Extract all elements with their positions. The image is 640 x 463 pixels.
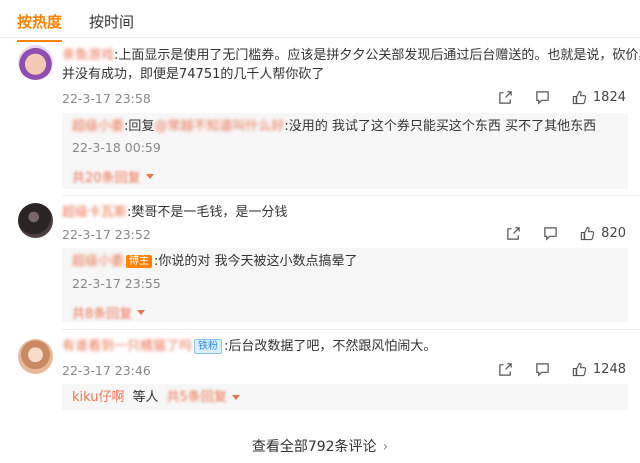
reply-box: 超级小委:回复@常越不知道叫什么好:没用的 我试了这个券只能买这个东西 买不了其… [62, 113, 628, 189]
comment-text: 亲鱼游戏:上面显示是使用了无门槛券。应该是拼夕夕公关部发现后通过后台赠送的。也就… [62, 48, 640, 63]
like-icon [581, 226, 595, 241]
like-count: 820 [601, 226, 626, 241]
like-count: 1824 [592, 90, 626, 105]
reply-text: kiku仔啊 等人 共5条回复 [72, 388, 240, 407]
comment-actions: 1248 [476, 362, 626, 377]
reply-username[interactable]: 超级小委 [72, 119, 124, 134]
share-icon [499, 363, 512, 376]
comment-time: 22-3-17 23:58 [62, 91, 151, 106]
like-count: 1248 [592, 362, 626, 377]
reply-box: kiku仔啊 等人 共5条回复 [62, 384, 628, 410]
like-icon [572, 362, 587, 377]
reply-time: 22-3-17 23:55 [72, 276, 161, 291]
reply-text: 超级小委:回复@常越不知道叫什么好:没用的 我试了这个券只能买这个东西 买不了其… [72, 119, 597, 134]
comment-icon [536, 91, 549, 105]
comment-icon [536, 363, 549, 377]
author-badge: 博主 [126, 255, 153, 268]
comment-username[interactable]: 有谁看到一只橘猫了吗 [62, 339, 192, 354]
reply-text: 超级小委 博主:你说的对 我今天被这小数点搞晕了 [72, 254, 358, 269]
avatar[interactable] [18, 45, 53, 80]
chevron-down-icon [145, 174, 154, 179]
share-button[interactable] [498, 90, 513, 105]
share-icon [507, 227, 520, 240]
comment-time: 22-3-17 23:46 [62, 363, 151, 378]
avatar[interactable] [18, 203, 53, 238]
comment-icon [544, 227, 557, 241]
comment-actions: 1824 [476, 90, 626, 105]
comment-button[interactable] [543, 226, 558, 241]
sort-tabs: 按热度 按时间 [0, 0, 640, 42]
comment-text-line2: 并没有成功，即便是74751的几千人帮你砍了 [62, 67, 325, 82]
chevron-right-icon: › [382, 439, 389, 455]
reply-username[interactable]: kiku仔啊 [72, 388, 125, 407]
chevron-down-icon [231, 395, 240, 400]
fan-badge: 铁粉 [194, 339, 223, 354]
more-replies-link[interactable]: 共8条回复 [72, 303, 146, 322]
share-button[interactable] [498, 362, 513, 377]
share-button[interactable] [506, 226, 521, 241]
chevron-down-icon [137, 310, 146, 315]
reply-mention[interactable]: @常越不知道叫什么好 [154, 119, 284, 134]
like-button[interactable]: 1824 [572, 90, 626, 105]
comment-username[interactable]: 亲鱼游戏 [62, 48, 114, 63]
reply-box: 超级小委 博主:你说的对 我今天被这小数点搞晕了 22-3-17 23:55 共8… [62, 248, 628, 322]
comment-button[interactable] [535, 362, 550, 377]
divider [62, 329, 640, 330]
like-button[interactable]: 1248 [572, 362, 626, 377]
like-icon [572, 90, 587, 105]
more-replies-link[interactable]: 共20条回复 [72, 167, 154, 186]
more-replies-link[interactable]: 共5条回复 [167, 388, 240, 407]
comment-text: 有谁看到一只橘猫了吗 铁粉:后台改数据了吧，不然跟风怕闹大。 [62, 339, 437, 354]
comment-time: 22-3-17 23:52 [62, 227, 151, 242]
tab-by-popularity[interactable]: 按热度 [17, 11, 63, 42]
comment-actions: 820 [484, 226, 626, 241]
reply-username[interactable]: 超级小委 [72, 254, 124, 269]
like-button[interactable]: 820 [580, 226, 626, 241]
view-all-comments-link[interactable]: 查看全部792条评论 › [0, 436, 640, 456]
tab-by-time[interactable]: 按时间 [89, 11, 134, 32]
reply-time: 22-3-18 00:59 [72, 140, 161, 155]
share-icon [499, 91, 512, 104]
comment-button[interactable] [535, 90, 550, 105]
avatar[interactable] [18, 339, 53, 374]
comment-username[interactable]: 超级卡瓦斯 [62, 205, 127, 220]
comment-text: 超级卡瓦斯:樊哥不是一毛钱，是一分钱 [62, 205, 288, 220]
divider [62, 195, 640, 196]
